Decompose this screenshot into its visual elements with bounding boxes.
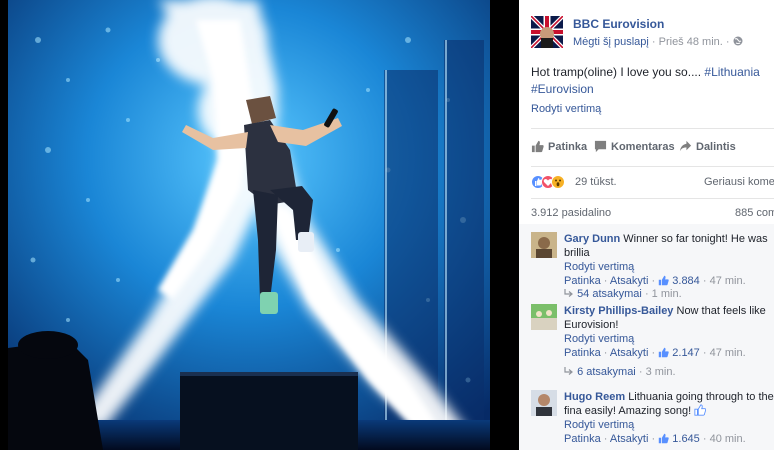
comment-action-button[interactable]: Komentaras — [594, 140, 675, 153]
like-page-link[interactable]: Mėgti šį puslapį — [573, 36, 649, 48]
comment-time[interactable]: 47 min. — [710, 275, 746, 287]
photo-viewer — [0, 0, 519, 450]
comment-time[interactable]: 47 min. — [710, 347, 746, 359]
comment-like-count[interactable]: 2.147 — [672, 347, 700, 359]
share-action-label: Dalintis — [696, 140, 736, 153]
thumbs-up-icon — [658, 275, 669, 286]
reactions-summary[interactable]: 29 tūkst. Geriausi koment — [531, 175, 774, 191]
share-count[interactable]: 3.912 pasidalino — [531, 207, 611, 219]
post-header: BBC Eurovision Mėgti šį puslapį · Prieš … — [531, 14, 774, 54]
post-action-bar: Patinka Komentaras Dalintis — [531, 140, 774, 160]
commenter-avatar[interactable] — [531, 390, 557, 416]
comment-separator: · — [603, 433, 608, 445]
view-replies-link[interactable]: 6 atsakymai · 3 min. — [564, 366, 676, 378]
like-action-button[interactable]: Patinka — [531, 140, 587, 153]
post-timestamp[interactable]: Prieš 48 min. — [659, 36, 723, 48]
commenter-name[interactable]: Gary Dunn — [564, 233, 620, 245]
share-arrow-icon — [679, 140, 692, 152]
replies-time: 1 min. — [651, 288, 682, 300]
hashtag-lithuania[interactable]: #Lithuania — [704, 65, 759, 79]
meta-separator: · — [651, 36, 656, 48]
commenter-avatar[interactable] — [531, 304, 557, 330]
hashtag-eurovision[interactable]: #Eurovision — [531, 81, 771, 98]
commenter-name[interactable]: Kirsty Phillips-Bailey — [564, 305, 673, 317]
commenter-avatar[interactable] — [531, 232, 557, 258]
meta-separator-2: · — [725, 36, 730, 48]
comment-separator: · — [651, 433, 656, 445]
globe-icon — [733, 36, 743, 46]
comment-separator: · — [702, 275, 707, 287]
comment-separator: · — [603, 275, 608, 287]
divider — [531, 128, 774, 129]
comment-translate-link[interactable]: Rodyti vertimą — [564, 418, 774, 432]
reaction-count[interactable]: 29 tūkst. — [575, 176, 617, 188]
replies-separator: · — [638, 366, 643, 378]
post-translate-link[interactable]: Rodyti vertimą — [531, 103, 601, 115]
page-avatar[interactable] — [531, 16, 563, 48]
replies-time: 3 min. — [645, 366, 676, 378]
comments-list: Gary Dunn Winner so far tonight! He was … — [519, 224, 774, 450]
comment-separator: · — [702, 347, 707, 359]
comment-separator: · — [702, 433, 707, 445]
replies-separator: · — [644, 288, 649, 300]
comment-translate-link[interactable]: Rodyti vertimą — [564, 260, 774, 274]
comment-action-label: Komentaras — [611, 140, 675, 153]
like-action-label: Patinka — [548, 140, 588, 153]
comment-reply-link[interactable]: Atsakyti — [610, 275, 649, 287]
divider-3 — [531, 198, 774, 199]
replies-count: 54 atsakymai — [577, 288, 642, 300]
comment-time[interactable]: 40 min. — [710, 433, 746, 445]
comment-like-link[interactable]: Patinka — [564, 433, 601, 445]
thumbs-up-emoji-icon — [694, 404, 707, 416]
divider-2 — [531, 166, 774, 167]
speech-bubble-icon — [594, 140, 607, 153]
comment-reply-link[interactable]: Atsakyti — [610, 433, 649, 445]
comment-like-link[interactable]: Patinka — [564, 275, 601, 287]
comment-separator: · — [651, 347, 656, 359]
wow-reaction-icon — [551, 175, 565, 189]
page-name-link[interactable]: BBC Eurovision — [573, 17, 664, 31]
comment-separator: · — [603, 347, 608, 359]
comment-count[interactable]: 885 com — [735, 207, 774, 219]
post-meta: Mėgti šį puslapį · Prieš 48 min. · — [573, 36, 743, 48]
comment-like-count[interactable]: 1.645 — [672, 433, 700, 445]
comment-reply-link[interactable]: Atsakyti — [610, 347, 649, 359]
post-text-body: Hot tramp(oline) I love you so.... — [531, 65, 705, 79]
comment-separator: · — [651, 275, 656, 287]
comment-translate-link[interactable]: Rodyti vertimą — [564, 332, 774, 346]
post-sidebar: BBC Eurovision Mėgti šį puslapį · Prieš … — [519, 0, 774, 450]
shares-row: 3.912 pasidalino 885 com — [531, 207, 774, 219]
comment-like-link[interactable]: Patinka — [564, 347, 601, 359]
thumbs-up-icon — [658, 347, 669, 358]
thumbs-up-icon — [658, 433, 669, 444]
share-action-button[interactable]: Dalintis — [679, 140, 736, 153]
stage-photo-illustration — [8, 0, 490, 450]
reply-arrow-icon — [564, 367, 573, 375]
view-replies-link[interactable]: 54 atsakymai · 1 min. — [564, 288, 682, 300]
reply-arrow-icon — [564, 289, 573, 297]
comment-like-count[interactable]: 3.884 — [672, 275, 700, 287]
thumbs-up-icon — [531, 140, 544, 153]
comment-sort-dropdown[interactable]: Geriausi koment — [704, 176, 774, 188]
post-photo[interactable] — [8, 0, 490, 450]
commenter-name[interactable]: Hugo Reem — [564, 391, 625, 403]
replies-count: 6 atsakymai — [577, 366, 636, 378]
post-message: Hot tramp(oline) I love you so.... #Lith… — [531, 64, 771, 98]
